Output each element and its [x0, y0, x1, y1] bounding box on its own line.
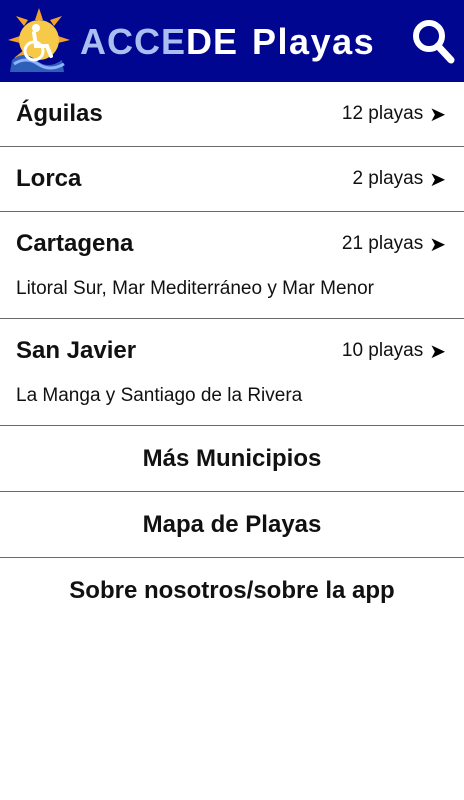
beach-count: 21 playas [341, 233, 424, 254]
beach-count: 12 playas [341, 103, 424, 124]
municipality-subtitle: Litoral Sur, Mar Mediterráneo y Mar Meno… [16, 278, 374, 299]
municipality-subtitle: La Manga y Santiago de la Rivera [16, 385, 303, 406]
about-link[interactable]: Sobre nosotros/sobre la app [0, 558, 464, 623]
search-button[interactable] [410, 16, 456, 66]
municipality-name: San Javier [16, 337, 137, 364]
app-title-part3: Playas [252, 21, 376, 62]
beach-count: 2 playas [352, 168, 424, 189]
municipality-name: Águilas [16, 100, 103, 127]
arrow-right-icon: ➤ [429, 340, 446, 363]
app-title-part1: ACCE [80, 21, 187, 62]
accessibility-logo-icon [6, 6, 72, 74]
municipality-name: Lorca [16, 165, 82, 192]
arrow-right-icon: ➤ [429, 103, 446, 126]
municipality-list: Águilas 12 playas ➤ Lorca 2 playas ➤ Car… [0, 82, 464, 623]
arrow-right-icon: ➤ [429, 233, 446, 256]
app-header: ACCEDE Playas [0, 0, 464, 82]
municipality-name: Cartagena [16, 230, 134, 257]
search-icon [413, 20, 455, 64]
app-title: ACCEDE Playas [80, 20, 375, 64]
municipality-row-san-javier[interactable]: San Javier 10 playas ➤ La Manga y Santia… [0, 319, 464, 426]
beach-count: 10 playas [341, 340, 424, 361]
municipality-row-aguilas[interactable]: Águilas 12 playas ➤ [0, 82, 464, 147]
more-municipalities-link[interactable]: Más Municipios [0, 426, 464, 492]
beach-map-link[interactable]: Mapa de Playas [0, 492, 464, 558]
arrow-right-icon: ➤ [429, 168, 446, 191]
municipality-row-lorca[interactable]: Lorca 2 playas ➤ [0, 147, 464, 212]
app-title-part2: DE [186, 21, 239, 62]
municipality-row-cartagena[interactable]: Cartagena 21 playas ➤ Litoral Sur, Mar M… [0, 212, 464, 319]
